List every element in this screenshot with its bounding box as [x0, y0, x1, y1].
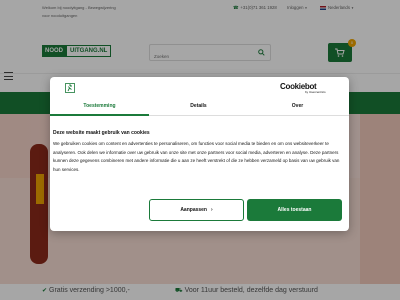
exit-sign-icon — [65, 83, 75, 93]
dialog-title: Deze website maakt gebruik van cookies — [53, 130, 150, 136]
dialog-body-text: We gebruiken cookies om content en adver… — [53, 141, 340, 172]
tab-details[interactable]: Details — [149, 99, 248, 116]
customize-button[interactable]: Aanpassen › — [149, 199, 244, 221]
customize-label: Aanpassen — [180, 207, 207, 213]
cookiebot-subtitle: by Usercentrics — [305, 90, 326, 94]
tab-consent[interactable]: Toestemming — [50, 99, 149, 116]
consent-tabs: Toestemming Details Over — [50, 99, 349, 116]
chevron-right-icon: › — [211, 207, 213, 213]
tab-about[interactable]: Over — [248, 99, 347, 116]
cookie-consent-dialog: Cookiebot by Usercentrics Toestemming De… — [50, 77, 349, 231]
allow-all-button[interactable]: Alles toestaan — [247, 199, 342, 221]
